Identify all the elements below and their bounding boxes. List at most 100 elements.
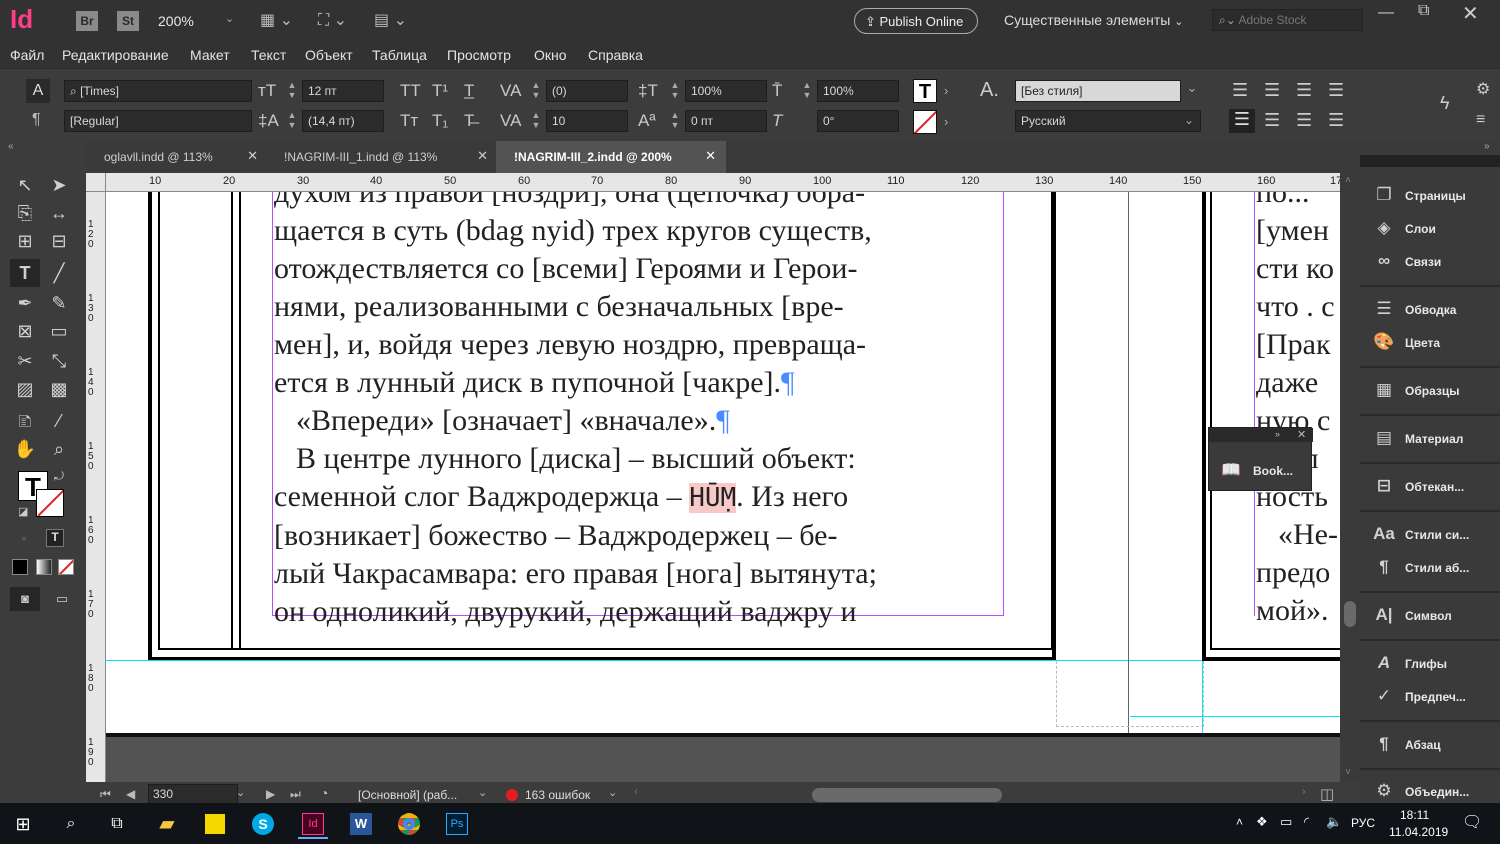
horizontal-scale-stepper[interactable]: ▲ ▼: [800, 80, 814, 102]
leading-stepper[interactable]: ▲ ▼: [285, 110, 299, 132]
previous-page-icon[interactable]: ◀: [126, 787, 135, 801]
subscript-icon[interactable]: T₁: [432, 110, 448, 132]
menu-window[interactable]: Окно: [534, 47, 567, 63]
first-page-icon[interactable]: ⏮: [100, 787, 111, 802]
scroll-right-icon[interactable]: ›: [1302, 786, 1306, 798]
paragraph-mode-icon[interactable]: ¶: [32, 111, 41, 129]
strikethrough-icon[interactable]: T̶: [464, 110, 474, 132]
close-icon[interactable]: ✕: [247, 148, 258, 164]
all-caps-icon[interactable]: TT: [400, 80, 421, 102]
apply-none-icon[interactable]: [58, 559, 74, 575]
vertical-ruler[interactable]: 120 130 140 150 160 170 180 190: [86, 192, 106, 782]
justify-center-icon[interactable]: ☰: [1264, 110, 1280, 131]
preview-mode-icon[interactable]: ▭: [50, 587, 74, 611]
align-right-icon[interactable]: ☰: [1296, 80, 1312, 101]
split-layout-icon[interactable]: ◫: [1320, 785, 1334, 803]
hand-tool-icon[interactable]: ✋: [10, 435, 40, 463]
menu-layout[interactable]: Макет: [190, 47, 230, 63]
free-transform-tool-icon[interactable]: ⤡: [44, 347, 74, 375]
panel-menu-icon[interactable]: ≡: [1476, 111, 1485, 129]
fill-color-swatch[interactable]: T: [913, 79, 937, 103]
panel-dock-header[interactable]: [1360, 155, 1500, 167]
panel-swatches[interactable]: ▦ Образцы: [1360, 376, 1500, 406]
notifications-icon[interactable]: 🗨: [1462, 812, 1482, 832]
align-center-icon[interactable]: ☰: [1264, 80, 1280, 101]
kerning-stepper[interactable]: ▲ ▼: [529, 80, 543, 102]
panel-story[interactable]: ▤ Материал: [1360, 424, 1500, 454]
justify-all-icon[interactable]: ☰: [1328, 110, 1344, 131]
swap-colors-icon[interactable]: ⤾: [54, 469, 64, 484]
stroke-color-swatch[interactable]: [913, 110, 937, 134]
arrange-documents-icon[interactable]: ▤ ⌄: [374, 10, 407, 30]
eyedropper-tool-icon[interactable]: ⁄: [44, 407, 74, 435]
panel-paragraph-styles[interactable]: ¶ Стили аб...: [1360, 553, 1500, 583]
skype-icon[interactable]: S: [248, 809, 278, 839]
menu-table[interactable]: Таблица: [372, 47, 427, 63]
tab-nagrim-1[interactable]: !NAGRIM-III_1.indd @ 113% ✕: [266, 141, 496, 173]
chrome-icon[interactable]: [394, 809, 424, 839]
underline-icon[interactable]: T̲: [464, 80, 474, 102]
baseline-shift-stepper[interactable]: ▲ ▼: [668, 110, 682, 132]
align-towards-spine-icon[interactable]: ☰: [1328, 80, 1344, 101]
gradient-feather-tool-icon[interactable]: ▩: [44, 375, 74, 403]
menu-object[interactable]: Объект: [305, 47, 353, 63]
input-language[interactable]: РУС: [1351, 816, 1375, 830]
panel-character-styles[interactable]: Aa Стили си...: [1360, 520, 1500, 550]
apply-color-icon[interactable]: [12, 559, 28, 575]
panel-text-wrap[interactable]: ⊟ Обтекан...: [1360, 472, 1500, 502]
sticky-notes-icon[interactable]: [200, 809, 230, 839]
direct-selection-tool-icon[interactable]: ➤: [44, 171, 74, 199]
font-family-field[interactable]: ⌕ [Times]: [64, 80, 252, 102]
apply-gradient-icon[interactable]: [36, 559, 52, 575]
character-style-field[interactable]: [Без стиля]: [1015, 80, 1181, 102]
stock-search-input[interactable]: ⌕⌄ Adobe Stock: [1212, 9, 1363, 31]
gradient-swatch-tool-icon[interactable]: ▨: [10, 375, 40, 403]
panel-character[interactable]: A| Символ: [1360, 601, 1500, 631]
normal-view-icon[interactable]: ◙: [10, 587, 40, 611]
workspace-switcher[interactable]: Существенные элементы ⌄: [1004, 12, 1183, 28]
close-button[interactable]: ✕: [1462, 1, 1479, 26]
content-placer-icon[interactable]: ⊟: [44, 227, 74, 255]
small-caps-icon[interactable]: Tт: [400, 110, 418, 132]
task-view-icon[interactable]: ⧉: [102, 809, 132, 839]
zoom-level[interactable]: 200%: [158, 13, 194, 29]
stock-button[interactable]: St: [117, 11, 139, 31]
ruler-corner[interactable]: [86, 173, 106, 192]
formatting-text-icon[interactable]: T: [46, 529, 64, 547]
quick-apply-icon[interactable]: ϟ: [1440, 93, 1450, 114]
scroll-down-icon[interactable]: ˅: [1345, 767, 1351, 778]
character-mode-icon[interactable]: A: [26, 79, 50, 103]
battery-icon[interactable]: ▭: [1280, 814, 1292, 830]
open-in-window-icon[interactable]: ◔: [320, 785, 328, 801]
menu-view[interactable]: Просмотр: [447, 47, 511, 63]
page-dropdown-icon[interactable]: ⌄: [236, 786, 245, 799]
horizontal-scale-field[interactable]: 100%: [817, 80, 899, 102]
clock-date[interactable]: 11.04.2019: [1389, 825, 1448, 839]
show-hidden-icons-icon[interactable]: ˄: [1236, 815, 1243, 829]
vertical-scrollbar[interactable]: ˄ ˅: [1340, 173, 1360, 782]
justify-left-icon[interactable]: ☰: [1229, 109, 1255, 133]
baseline-shift-field[interactable]: 0 пт: [685, 110, 767, 132]
rectangle-frame-tool-icon[interactable]: ⊠: [10, 317, 40, 345]
vertical-scale-stepper[interactable]: ▲ ▼: [668, 80, 682, 102]
page-tool-icon[interactable]: ⎘: [10, 199, 40, 227]
volume-icon[interactable]: 🔈: [1326, 814, 1342, 830]
word-icon[interactable]: W: [346, 809, 376, 839]
selected-text-highlight[interactable]: HŪṂ: [689, 483, 737, 513]
panel-paragraph[interactable]: ¶ Абзац: [1360, 730, 1500, 760]
zoom-tool-icon[interactable]: ⌕: [44, 435, 74, 463]
scroll-left-icon[interactable]: ‹: [634, 786, 638, 798]
book-floating-panel[interactable]: » ✕ 📖 Book...: [1208, 427, 1313, 491]
panel-layers[interactable]: ◈ Слои: [1360, 214, 1500, 244]
kerning-field[interactable]: (0): [546, 80, 628, 102]
gap-tool-icon[interactable]: ↔: [44, 199, 74, 227]
minimize-button[interactable]: —: [1378, 4, 1394, 22]
panel-preflight[interactable]: ✓ Предпеч...: [1360, 682, 1500, 712]
note-tool-icon[interactable]: 🗈: [10, 407, 40, 435]
content-collector-icon[interactable]: ⊞: [10, 227, 40, 255]
stroke-menu-arrow[interactable]: ›: [944, 114, 948, 129]
menu-file[interactable]: Файл: [10, 47, 44, 63]
formatting-container-icon[interactable]: ▫: [22, 533, 26, 545]
gear-icon[interactable]: ⚙: [1476, 79, 1490, 99]
align-left-icon[interactable]: ☰: [1232, 80, 1248, 101]
